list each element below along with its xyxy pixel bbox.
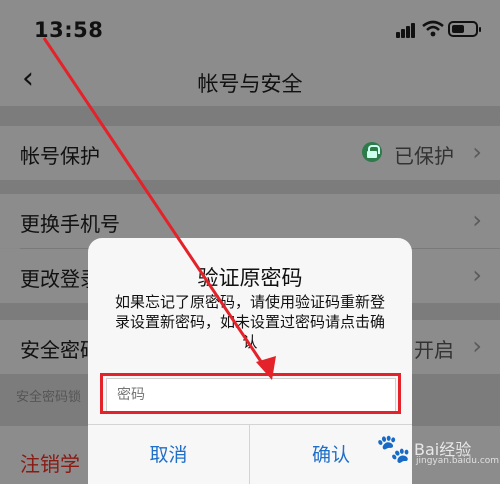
dialog-title: 验证原密码 [197, 266, 303, 290]
verify-password-dialog: 验证原密码 如果忘记了原密码，请使用验证码重新登录设置新密码，如未设置过密码请点… [88, 238, 412, 484]
row-label: 更换手机号 [20, 212, 120, 236]
annotation-highlight-box [100, 373, 401, 414]
cancel-button[interactable]: 取消 [88, 425, 250, 484]
nav-bar: ‹ 帐号与安全 [0, 54, 500, 106]
wifi-icon [422, 20, 444, 37]
page-title: 帐号与安全 [197, 72, 303, 96]
clock: 13:58 [34, 18, 104, 42]
chevron-right-icon: › [472, 206, 482, 234]
row-label: 帐号保护 [20, 144, 100, 168]
paw-icon: 🐾 [376, 432, 411, 465]
row-value: 开启 [414, 338, 454, 362]
watermark-subtext: jingyan.baidu.com [416, 456, 500, 466]
status-bar: 13:58 [0, 0, 500, 54]
chevron-right-icon: › [472, 261, 482, 289]
logout-label: 注销学 [20, 452, 80, 476]
section-gap [0, 180, 500, 194]
battery-icon [448, 21, 481, 37]
dialog-message: 如果忘记了原密码，请使用验证码重新登录设置新密码，如未设置过密码请点击确认 [114, 293, 385, 351]
chevron-right-icon: › [472, 138, 482, 166]
row-value: 已保护 [394, 144, 454, 168]
dialog-button-row: 取消 确认 [88, 424, 412, 484]
security-note: 安全密码锁 [16, 390, 82, 405]
cellular-signal-icon [396, 22, 416, 38]
chevron-right-icon: › [472, 332, 482, 360]
baidu-jingyan-watermark: 🐾 Bai经验 jingyan.baidu.com [372, 430, 499, 470]
lock-icon [362, 142, 382, 162]
section-gap [0, 106, 500, 126]
row-account-protection[interactable]: 帐号保护 已保护 › [0, 126, 500, 180]
